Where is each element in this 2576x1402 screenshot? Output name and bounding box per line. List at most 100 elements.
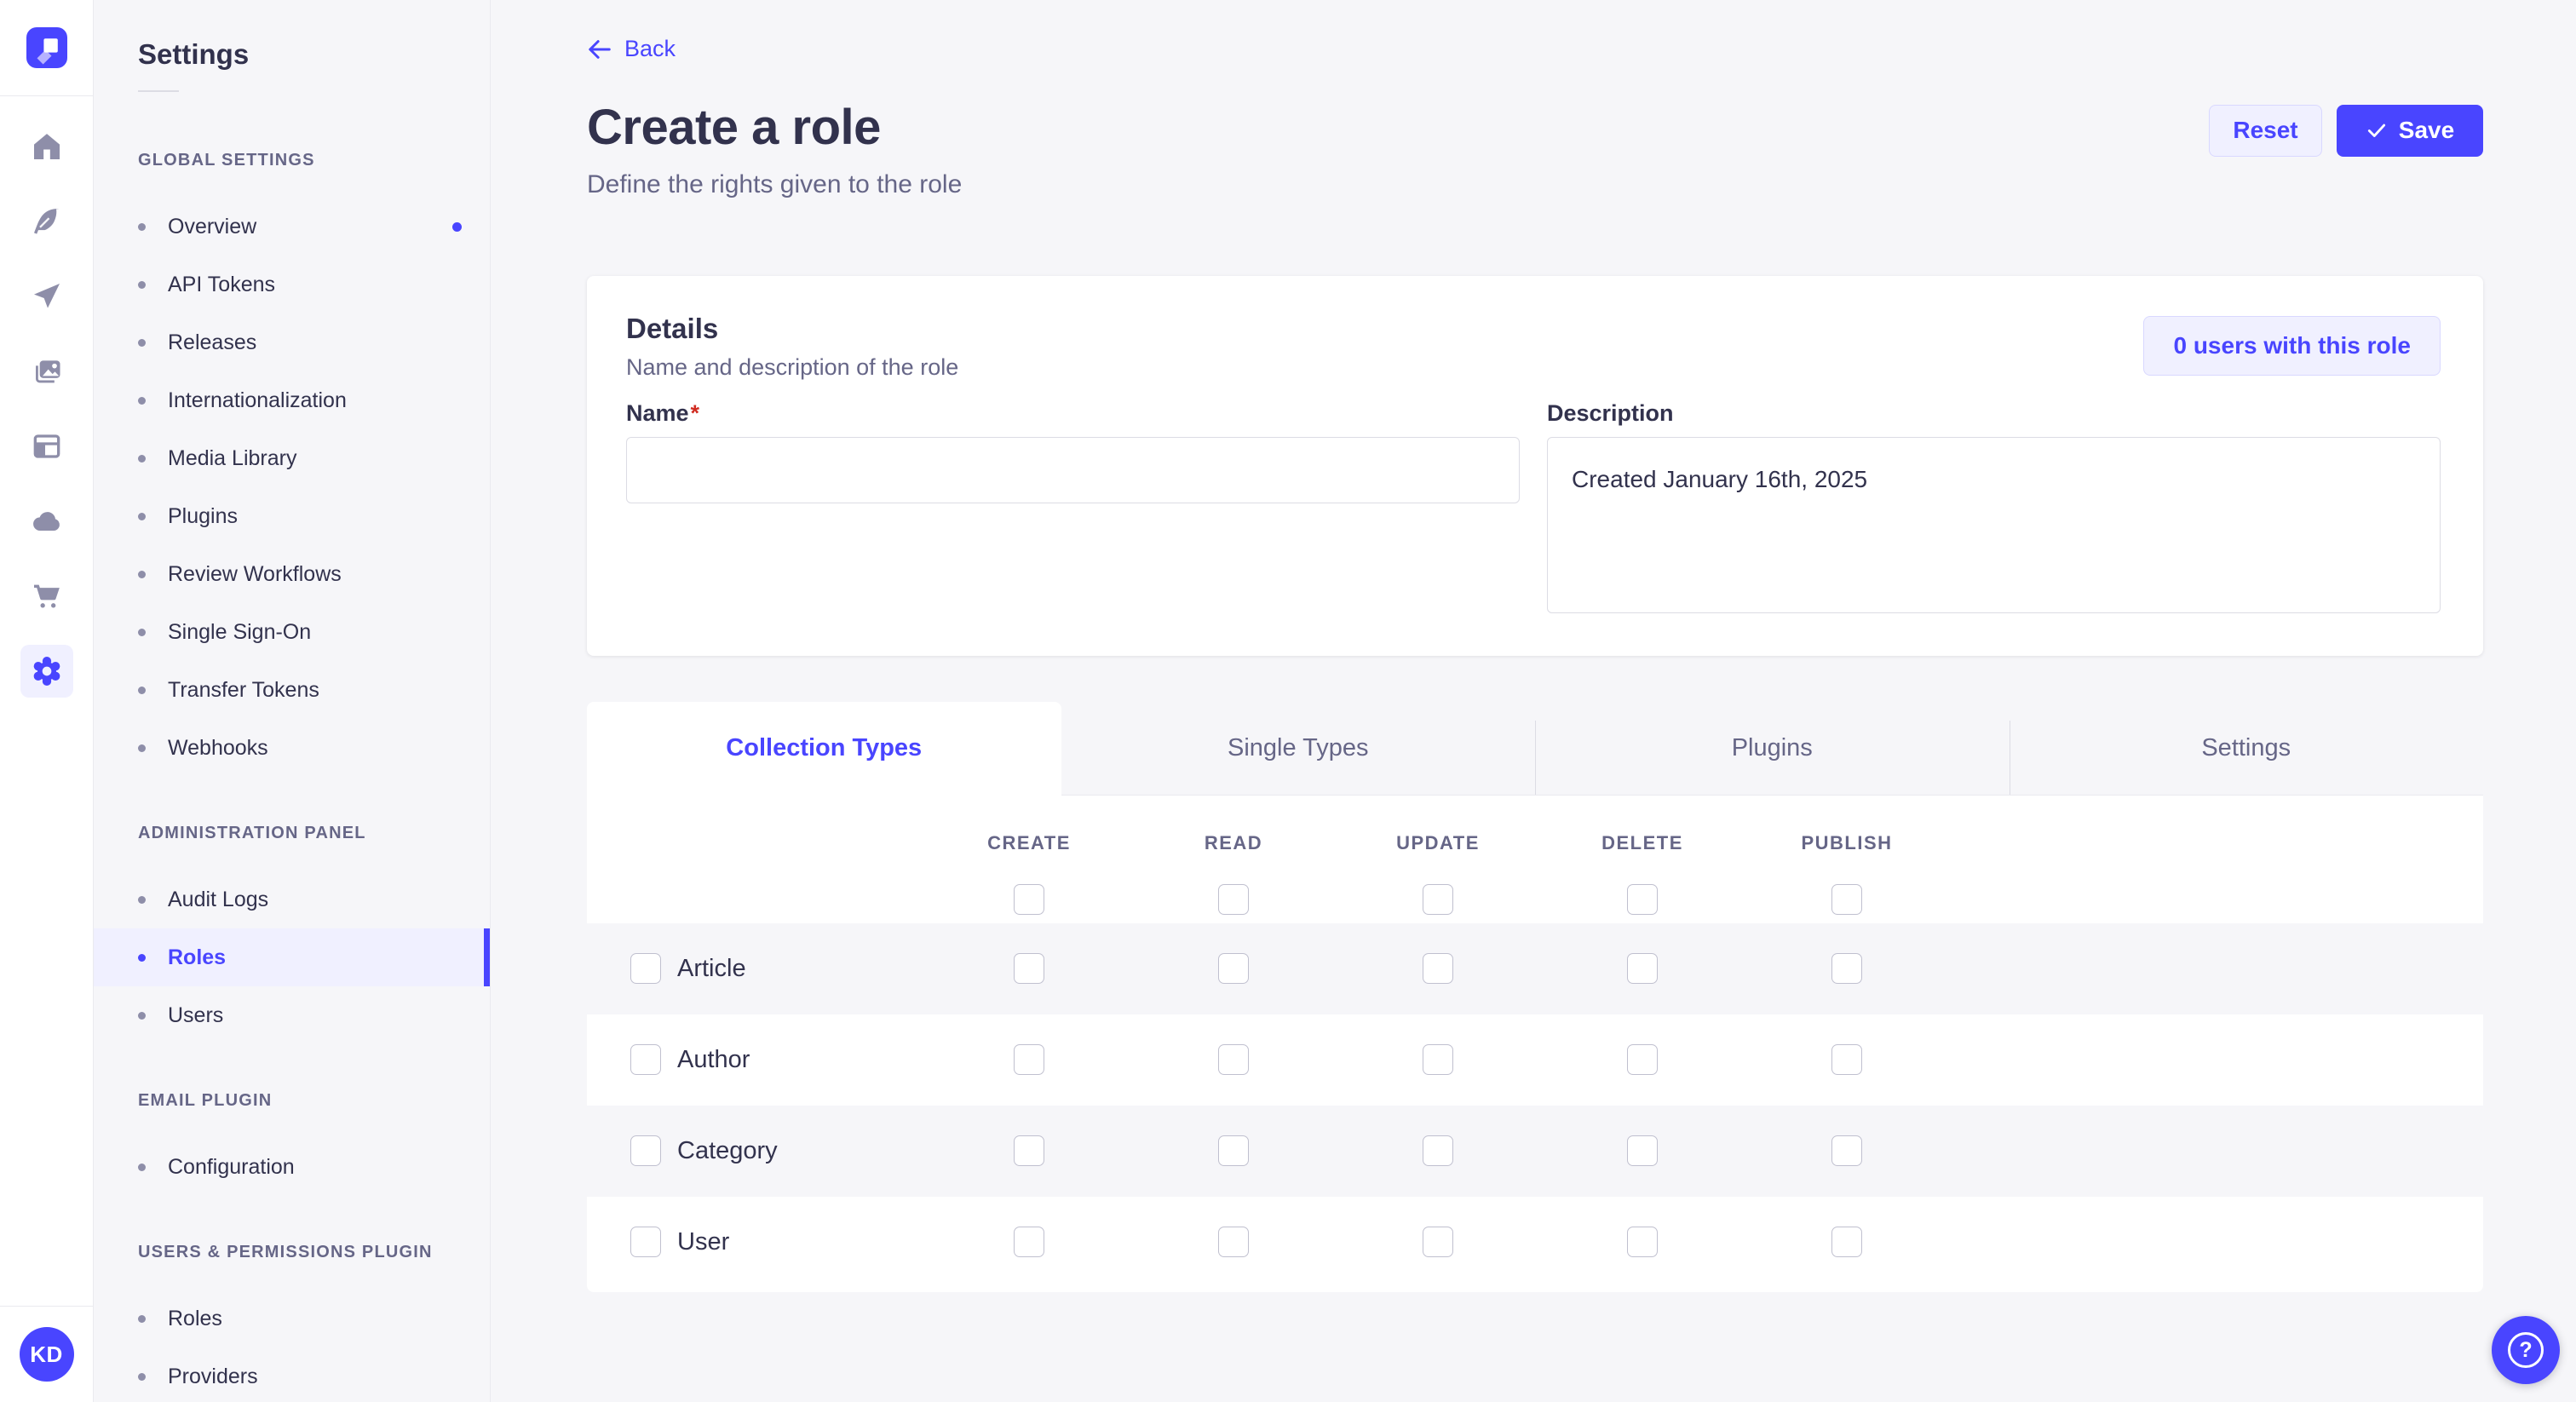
sidebar-item-transfer-tokens[interactable]: Transfer Tokens: [94, 661, 490, 719]
tab-plugins[interactable]: Plugins: [1535, 702, 2010, 796]
nav-section-users-permissions-plugin: USERS & PERMISSIONS PLUGINRolesProviders: [94, 1242, 490, 1402]
sidebar-item-providers[interactable]: Providers: [94, 1347, 490, 1402]
media-images-icon[interactable]: [20, 345, 73, 398]
page-subtitle: Define the rights given to the role: [587, 170, 2483, 199]
sidebar-item-overview[interactable]: Overview: [94, 198, 490, 256]
description-field-group: Description Created January 16th, 2025: [1547, 401, 2441, 618]
sidebar-item-label: Single Sign-On: [168, 620, 311, 645]
details-subtitle: Name and description of the role: [626, 354, 958, 381]
row-label-cell: Article: [587, 953, 927, 984]
details-head-text: Details Name and description of the role: [626, 312, 958, 381]
help-button[interactable]: ?: [2492, 1316, 2560, 1384]
feather-icon[interactable]: [20, 195, 73, 248]
select-all-create-checkbox[interactable]: [1014, 884, 1044, 915]
bullet-icon: [138, 896, 146, 904]
details-card-head: Details Name and description of the role…: [626, 312, 2441, 381]
select-all-read-checkbox[interactable]: [1218, 884, 1249, 915]
name-label: Name*: [626, 401, 1520, 425]
author-update-checkbox[interactable]: [1423, 1044, 1453, 1075]
select-row-category-checkbox[interactable]: [630, 1135, 661, 1166]
article-update-cell: [1336, 953, 1540, 984]
column-header-read: READ: [1131, 826, 1336, 860]
sidebar-item-label: Internationalization: [168, 388, 347, 413]
article-update-checkbox[interactable]: [1423, 953, 1453, 984]
select-all-publish-checkbox[interactable]: [1831, 884, 1862, 915]
nav-section-label: GLOBAL SETTINGS: [138, 150, 490, 170]
user-update-checkbox[interactable]: [1423, 1227, 1453, 1257]
user-publish-cell: [1745, 1227, 1949, 1257]
back-arrow-icon: [587, 37, 612, 62]
home-icon[interactable]: [20, 120, 73, 173]
sidebar-item-users[interactable]: Users: [94, 986, 490, 1044]
nav-section-label: EMAIL PLUGIN: [138, 1090, 490, 1111]
strapi-logo-icon[interactable]: [26, 27, 67, 68]
article-create-cell: [927, 953, 1131, 984]
sidebar-item-label: Roles: [168, 1307, 222, 1331]
select-row-article-checkbox[interactable]: [630, 953, 661, 984]
check-icon: [2366, 119, 2388, 141]
user-read-cell: [1131, 1227, 1336, 1257]
sidebar-item-roles[interactable]: Roles: [94, 1290, 490, 1347]
author-delete-checkbox[interactable]: [1627, 1044, 1658, 1075]
users-with-role-badge[interactable]: 0 users with this role: [2143, 316, 2441, 376]
column-header-delete: DELETE: [1540, 826, 1745, 860]
category-update-checkbox[interactable]: [1423, 1135, 1453, 1166]
column-header-publish: PUBLISH: [1745, 826, 1949, 860]
select-row-author-checkbox[interactable]: [630, 1044, 661, 1075]
sidebar-item-releases[interactable]: Releases: [94, 313, 490, 371]
category-create-cell: [927, 1135, 1131, 1166]
header-actions: Reset Save: [2209, 105, 2483, 157]
layout-icon[interactable]: [20, 420, 73, 473]
category-create-checkbox[interactable]: [1014, 1135, 1044, 1166]
permission-row-author: Author: [587, 1014, 2483, 1106]
select-row-user-checkbox[interactable]: [630, 1227, 661, 1257]
sidebar-item-configuration[interactable]: Configuration: [94, 1138, 490, 1196]
select-all-delete-checkbox[interactable]: [1627, 884, 1658, 915]
sidebar-item-media-library[interactable]: Media Library: [94, 429, 490, 487]
author-read-checkbox[interactable]: [1218, 1044, 1249, 1075]
app-root: KD Settings GLOBAL SETTINGS OverviewAPI T…: [0, 0, 2576, 1402]
category-delete-checkbox[interactable]: [1627, 1135, 1658, 1166]
category-publish-checkbox[interactable]: [1831, 1135, 1862, 1166]
user-create-cell: [927, 1227, 1131, 1257]
name-input[interactable]: [626, 437, 1520, 503]
sidebar-item-internationalization[interactable]: Internationalization: [94, 371, 490, 429]
author-publish-cell: [1745, 1044, 1949, 1075]
bullet-icon: [138, 687, 146, 694]
user-read-checkbox[interactable]: [1218, 1227, 1249, 1257]
article-publish-checkbox[interactable]: [1831, 953, 1862, 984]
author-create-checkbox[interactable]: [1014, 1044, 1044, 1075]
description-textarea[interactable]: Created January 16th, 2025: [1547, 437, 2441, 613]
article-create-checkbox[interactable]: [1014, 953, 1044, 984]
tab-collection-types[interactable]: Collection Types: [587, 702, 1061, 796]
cloud-icon[interactable]: [20, 495, 73, 548]
tab-settings[interactable]: Settings: [2010, 702, 2484, 796]
sidebar-item-audit-logs[interactable]: Audit Logs: [94, 871, 490, 928]
sidebar-item-plugins[interactable]: Plugins: [94, 487, 490, 545]
reset-button[interactable]: Reset: [2209, 105, 2322, 157]
back-label: Back: [624, 36, 676, 62]
sidebar-item-api-tokens[interactable]: API Tokens: [94, 256, 490, 313]
sidebar-item-webhooks[interactable]: Webhooks: [94, 719, 490, 777]
paper-plane-icon[interactable]: [20, 270, 73, 323]
tab-single-types[interactable]: Single Types: [1061, 702, 1536, 796]
back-link[interactable]: Back: [587, 36, 676, 62]
save-button[interactable]: Save: [2337, 105, 2483, 157]
marketplace-cart-icon[interactable]: [20, 570, 73, 623]
user-create-checkbox[interactable]: [1014, 1227, 1044, 1257]
category-read-checkbox[interactable]: [1218, 1135, 1249, 1166]
settings-gear-icon[interactable]: [20, 645, 73, 698]
select-all-update-checkbox[interactable]: [1423, 884, 1453, 915]
article-read-checkbox[interactable]: [1218, 953, 1249, 984]
notification-dot: [452, 222, 462, 232]
article-delete-checkbox[interactable]: [1627, 953, 1658, 984]
user-delete-checkbox[interactable]: [1627, 1227, 1658, 1257]
author-publish-checkbox[interactable]: [1831, 1044, 1862, 1075]
user-publish-checkbox[interactable]: [1831, 1227, 1862, 1257]
avatar[interactable]: KD: [20, 1327, 74, 1382]
sidebar-item-single-sign-on[interactable]: Single Sign-On: [94, 603, 490, 661]
avatar-area: KD: [0, 1306, 93, 1402]
sidebar-item-roles[interactable]: Roles: [94, 928, 490, 986]
permissions-tabs: Collection TypesSingle TypesPluginsSetti…: [587, 702, 2483, 796]
sidebar-item-review-workflows[interactable]: Review Workflows: [94, 545, 490, 603]
